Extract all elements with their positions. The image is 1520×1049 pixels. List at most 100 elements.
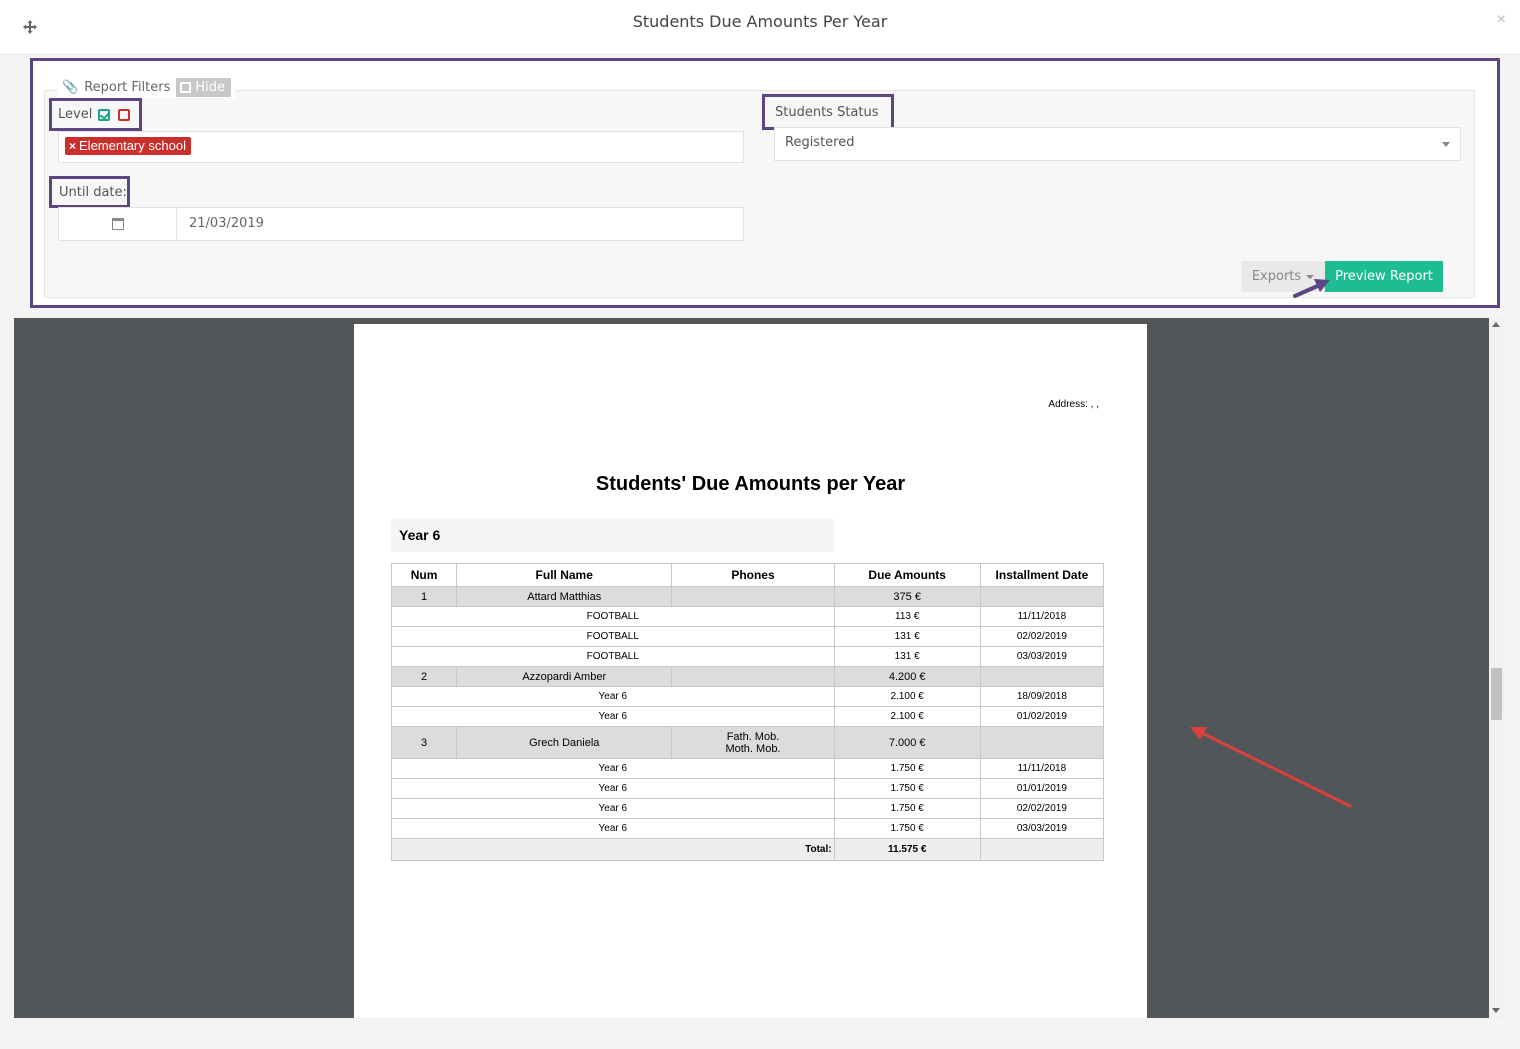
- select-all-icon[interactable]: [98, 108, 111, 121]
- hide-filters-label: Hide: [195, 79, 226, 95]
- report-address: Address: , ,: [1048, 399, 1099, 410]
- student-amount: 375 €: [833, 586, 981, 607]
- installment-amount: 2.100 €: [833, 686, 981, 707]
- student-amount: 7.000 €: [833, 726, 981, 759]
- installment-amount: 1.750 €: [833, 758, 981, 779]
- column-header: Full Name: [456, 563, 673, 587]
- installment-row: Year 6 2.100 € 01/02/2019: [391, 706, 1105, 727]
- installment-row: Year 6 1.750 € 02/02/2019: [391, 798, 1105, 819]
- installment-desc: Year 6: [391, 686, 835, 707]
- scroll-up-icon[interactable]: [1492, 322, 1500, 327]
- until-date-label-box: Until date:: [49, 176, 130, 208]
- total-value: 11.575 €: [833, 838, 981, 861]
- installment-desc: FOOTBALL: [391, 606, 835, 627]
- installment-desc: FOOTBALL: [391, 626, 835, 647]
- student-phones: [671, 586, 835, 607]
- installment-date: 03/03/2019: [979, 646, 1105, 667]
- total-date: [979, 838, 1105, 861]
- installment-date: 02/02/2019: [979, 626, 1105, 647]
- installment-row: Year 6 1.750 € 01/01/2019: [391, 778, 1105, 799]
- installment-row: Year 6 1.750 € 03/03/2019: [391, 818, 1105, 839]
- student-phones: [671, 666, 835, 687]
- student-date: [979, 726, 1105, 759]
- installment-date: 01/02/2019: [979, 706, 1105, 727]
- report-table-header: Num Full Name Phones Due Amounts Install…: [390, 563, 1105, 587]
- student-date: [979, 586, 1105, 607]
- hide-filters-button[interactable]: Hide: [176, 77, 232, 97]
- level-multiselect[interactable]: × Elementary school: [58, 131, 744, 163]
- scroll-down-icon[interactable]: [1492, 1008, 1500, 1013]
- exports-label: Exports: [1251, 269, 1302, 284]
- installment-date: 02/02/2019: [979, 798, 1105, 819]
- column-header: Installment Date: [979, 563, 1105, 587]
- calendar-icon: [111, 218, 124, 230]
- until-date-label: Until date:: [59, 184, 127, 200]
- close-icon[interactable]: ×: [1497, 11, 1506, 29]
- installment-amount: 1.750 €: [833, 798, 981, 819]
- column-header: Due Amounts: [833, 563, 981, 587]
- installment-amount: 113 €: [833, 606, 981, 627]
- installment-amount: 1.750 €: [833, 778, 981, 799]
- student-amount: 4.200 €: [833, 666, 981, 687]
- student-row: 3 Grech Daniela Fath. Mob. Moth. Mob. 7.…: [390, 726, 1105, 759]
- student-name: Grech Daniela: [456, 726, 673, 759]
- student-num: 1: [390, 586, 458, 607]
- modal-title: Students Due Amounts Per Year: [632, 12, 888, 31]
- installment-amount: 131 €: [833, 626, 981, 647]
- column-header: Phones: [671, 563, 835, 587]
- installment-desc: Year 6: [391, 778, 835, 799]
- installment-amount: 1.750 €: [833, 818, 981, 839]
- student-row: 2 Azzopardi Amber 4.200 €: [390, 666, 1105, 687]
- student-phones: Fath. Mob. Moth. Mob.: [671, 726, 835, 759]
- remove-tag-icon[interactable]: ×: [69, 139, 76, 153]
- students-status-value: Registered: [785, 135, 855, 150]
- students-status-label: Students Status: [775, 104, 879, 120]
- students-status-label-box: Students Status: [762, 94, 894, 130]
- installment-desc: Year 6: [391, 758, 835, 779]
- student-num: 2: [390, 666, 458, 687]
- modal-header: Students Due Amounts Per Year ×: [0, 0, 1520, 55]
- level-label: Level: [58, 107, 93, 122]
- installment-amount: 2.100 €: [833, 706, 981, 727]
- student-name: Azzopardi Amber: [456, 666, 673, 687]
- student-date: [979, 666, 1105, 687]
- filters-legend-label: Report Filters: [84, 79, 171, 95]
- paperclip-icon: 📎: [62, 79, 79, 94]
- preview-report-button[interactable]: Preview Report: [1325, 261, 1443, 292]
- report-viewer[interactable]: Address: , , Students' Due Amounts per Y…: [14, 318, 1489, 1018]
- installment-row: Year 6 1.750 € 11/11/2018: [391, 758, 1105, 779]
- report-table: Num Full Name Phones Due Amounts Install…: [390, 563, 1105, 861]
- until-date-value: 21/03/2019: [189, 216, 264, 231]
- student-row: 1 Attard Matthias 375 €: [390, 586, 1105, 607]
- installment-desc: Year 6: [391, 706, 835, 727]
- students-status-select[interactable]: Registered: [774, 127, 1461, 161]
- father-phone: Fath. Mob.: [726, 730, 780, 743]
- until-date-field[interactable]: 21/03/2019: [58, 207, 744, 241]
- student-name: Attard Matthias: [456, 586, 673, 607]
- installment-desc: Year 6: [391, 798, 835, 819]
- column-header: Num: [390, 563, 458, 587]
- mother-phone: Moth. Mob.: [725, 742, 781, 755]
- installment-date: 11/11/2018: [979, 606, 1105, 627]
- caret-down-icon: [1306, 274, 1315, 279]
- report-title: Students' Due Amounts per Year: [595, 473, 906, 495]
- total-row: Total: 11.575 €: [391, 838, 1105, 861]
- level-tag: × Elementary school: [65, 137, 191, 155]
- total-label: Total:: [391, 838, 835, 861]
- installment-date: 11/11/2018: [979, 758, 1105, 779]
- installment-desc: Year 6: [391, 818, 835, 839]
- level-label-box: Level: [49, 98, 142, 131]
- calendar-button[interactable]: [59, 208, 177, 240]
- exports-button[interactable]: Exports: [1241, 261, 1325, 292]
- scrollbar-thumb[interactable]: [1491, 668, 1502, 720]
- level-tag-label: Elementary school: [79, 138, 186, 153]
- chevron-down-icon: [1442, 142, 1450, 147]
- report-group-header: Year 6: [391, 519, 834, 552]
- viewer-scrollbar[interactable]: [1489, 318, 1504, 1018]
- installment-amount: 131 €: [833, 646, 981, 667]
- installment-date: 18/09/2018: [979, 686, 1105, 707]
- report-modal: Students Due Amounts Per Year × 📎 Report…: [0, 0, 1520, 1049]
- deselect-all-icon[interactable]: [118, 108, 131, 121]
- installment-row: FOOTBALL 131 € 03/03/2019: [391, 646, 1105, 667]
- expand-icon: [180, 81, 192, 93]
